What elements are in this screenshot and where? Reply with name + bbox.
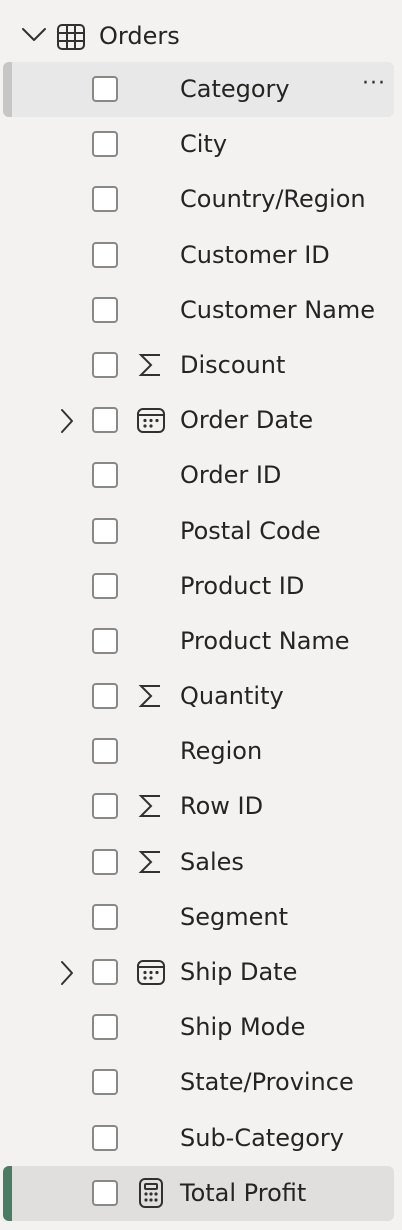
field-row-product-name[interactable]: Product Name: [0, 614, 402, 669]
field-row-row-id[interactable]: Row ID: [0, 779, 402, 834]
field-checkbox[interactable]: [92, 407, 118, 434]
field-label: Order ID: [180, 461, 282, 490]
field-label: City: [180, 130, 228, 159]
calendar-icon: [136, 405, 166, 435]
field-label: Product ID: [180, 571, 305, 600]
field-label: Customer ID: [180, 240, 330, 269]
calendar-icon: [136, 957, 166, 987]
field-checkbox[interactable]: [92, 462, 118, 489]
chevron-right-icon[interactable]: [57, 407, 77, 435]
sigma-icon: [136, 681, 166, 711]
field-row-state-province[interactable]: State/Province: [0, 1055, 402, 1110]
field-checkbox[interactable]: [92, 351, 118, 378]
field-label: Category: [180, 75, 290, 103]
chevron-right-icon[interactable]: [57, 959, 77, 987]
field-row-sales[interactable]: Sales: [0, 835, 402, 890]
field-checkbox[interactable]: [92, 517, 118, 544]
sigma-icon: [136, 350, 166, 380]
field-row-quantity[interactable]: Quantity: [0, 669, 402, 724]
field-checkbox[interactable]: [92, 1179, 118, 1206]
chevron-down-icon[interactable]: [20, 20, 50, 50]
field-label: Postal Code: [180, 516, 321, 545]
table-header-orders[interactable]: Orders: [0, 8, 402, 64]
field-label: Sub-Category: [180, 1123, 344, 1152]
field-checkbox[interactable]: [92, 296, 118, 323]
field-label: Country/Region: [180, 185, 366, 214]
field-row-discount[interactable]: Discount: [0, 338, 402, 393]
field-label: Discount: [180, 350, 286, 379]
field-row-product-id[interactable]: Product ID: [0, 559, 402, 614]
sigma-icon: [136, 791, 166, 821]
field-row-region[interactable]: Region: [0, 724, 402, 779]
field-label: Ship Date: [180, 958, 298, 986]
field-label: Sales: [180, 847, 244, 876]
field-checkbox[interactable]: [92, 241, 118, 268]
field-checkbox[interactable]: [92, 1069, 118, 1096]
field-label: Customer Name: [180, 295, 376, 324]
field-list: Category ··· City Country/Region Customer ID…: [0, 62, 402, 1221]
table-name: Orders: [99, 22, 180, 50]
field-checkbox[interactable]: [92, 683, 118, 710]
field-checkbox[interactable]: [92, 76, 118, 102]
field-label: Ship Mode: [180, 1013, 306, 1042]
fields-pane: Orders Category ··· City Country/Region Cust…: [0, 0, 402, 1230]
field-label: Order Date: [180, 406, 314, 435]
field-label: Region: [180, 737, 263, 766]
field-checkbox[interactable]: [92, 1124, 118, 1151]
field-row-country-region[interactable]: Country/Region: [0, 172, 402, 227]
field-row-total-profit[interactable]: Total Profit: [0, 1165, 402, 1221]
field-checkbox[interactable]: [92, 1014, 118, 1041]
more-options-button[interactable]: ···: [356, 72, 392, 102]
field-row-customer-name[interactable]: Customer Name: [0, 283, 402, 338]
field-row-city[interactable]: City: [0, 117, 402, 172]
table-icon: [56, 22, 86, 52]
field-checkbox[interactable]: [92, 572, 118, 599]
field-label: Product Name: [180, 626, 350, 655]
field-checkbox[interactable]: [92, 959, 118, 985]
field-checkbox[interactable]: [92, 848, 118, 875]
field-row-postal-code[interactable]: Postal Code: [0, 504, 402, 559]
field-row-order-id[interactable]: Order ID: [0, 448, 402, 503]
field-row-customer-id[interactable]: Customer ID: [0, 228, 402, 283]
field-label: Total Profit: [180, 1178, 307, 1207]
field-checkbox[interactable]: [92, 793, 118, 820]
field-label: Row ID: [180, 792, 264, 821]
field-checkbox[interactable]: [92, 903, 118, 930]
sigma-icon: [136, 847, 166, 877]
field-checkbox[interactable]: [92, 627, 118, 654]
field-checkbox[interactable]: [92, 186, 118, 213]
field-row-order-date[interactable]: Order Date: [0, 393, 402, 448]
field-checkbox[interactable]: [92, 131, 118, 158]
field-row-ship-date[interactable]: Ship Date: [0, 945, 402, 1000]
field-label: Quantity: [180, 682, 284, 711]
field-checkbox[interactable]: [92, 738, 118, 765]
field-row-category[interactable]: Category ···: [0, 62, 402, 117]
calculator-icon: [136, 1177, 166, 1208]
field-row-segment[interactable]: Segment: [0, 890, 402, 945]
field-row-sub-category[interactable]: Sub-Category: [0, 1111, 402, 1166]
field-row-ship-mode[interactable]: Ship Mode: [0, 1000, 402, 1055]
field-label: Segment: [180, 902, 288, 931]
field-label: State/Province: [180, 1068, 354, 1097]
